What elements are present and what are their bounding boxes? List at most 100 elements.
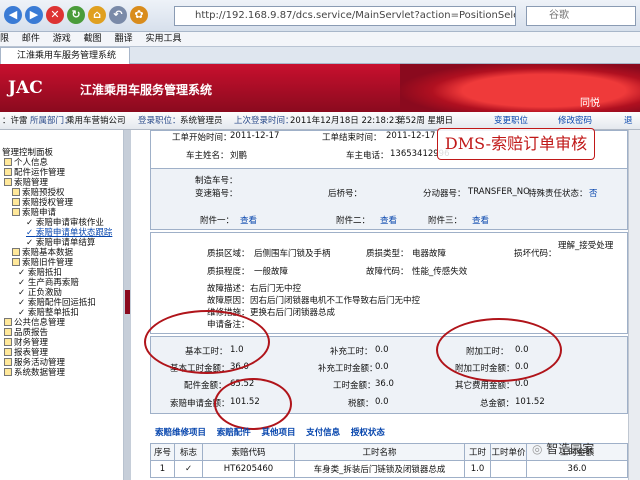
- menu-item[interactable]: 截图: [84, 34, 102, 44]
- tree-item[interactable]: 索赔旧件管理: [12, 258, 73, 268]
- type-label: 质损类型：: [366, 249, 409, 259]
- position-label: 登录职位：: [138, 116, 181, 126]
- user-name: ：许雷: [2, 116, 28, 126]
- tree-item[interactable]: 索赔申请: [12, 208, 56, 218]
- tree-item[interactable]: 品质报告: [4, 328, 48, 338]
- home-icon[interactable]: ⌂: [88, 6, 106, 24]
- menu-item[interactable]: 限: [0, 34, 9, 44]
- tree-item[interactable]: ✓ 正负激励: [18, 288, 62, 298]
- special-value: 否: [589, 189, 598, 199]
- owner-phone-label: 车主电话：: [346, 151, 389, 161]
- tree-item[interactable]: ✓ 索赔整单抵扣: [18, 308, 79, 318]
- last-login-label: 上次登录时间：: [234, 116, 294, 126]
- attachment1-label: 附件一：: [200, 216, 235, 226]
- tree-item[interactable]: 报表管理: [4, 348, 48, 358]
- fault-label: 故障代码：: [366, 267, 409, 277]
- cause-value: 因右后门闭锁器电机不工作导致右后门无中控: [250, 296, 421, 306]
- work-start-value: 2011-12-17: [230, 131, 280, 141]
- menu-item[interactable]: 翻译: [115, 34, 133, 44]
- tab-parts[interactable]: 索赔配件: [217, 428, 251, 438]
- trans-no-label: 变速箱号：: [195, 189, 238, 199]
- column-header: 工时: [464, 443, 491, 461]
- position-value: 系统管理员: [180, 116, 223, 126]
- logout-link[interactable]: 退: [624, 112, 633, 130]
- collapse-handle[interactable]: [125, 290, 130, 314]
- rear-axle-label: 后桥号：: [328, 189, 363, 199]
- tree-item[interactable]: 公共信息管理: [4, 318, 65, 328]
- menu-item[interactable]: 实用工具: [145, 34, 181, 44]
- tab-other-items[interactable]: 其他项目: [261, 428, 295, 438]
- column-header: 序号: [150, 443, 175, 461]
- highlight-circle: [214, 378, 292, 430]
- tab-auth-status[interactable]: 授权状态: [351, 428, 385, 438]
- menu-item[interactable]: 邮件: [22, 34, 40, 44]
- address-input[interactable]: http://192.168.9.87/dcs.service/MainServ…: [174, 6, 516, 26]
- refresh-icon[interactable]: ↻: [67, 6, 85, 24]
- highlight-circle: [436, 318, 562, 382]
- table-cell: 车身类_拆装后门链锁及闭锁器总成: [294, 460, 465, 478]
- tree-item[interactable]: 索赔基本数据: [12, 248, 73, 258]
- highlight-circle: [144, 310, 270, 374]
- stop-icon[interactable]: ✕: [46, 6, 64, 24]
- table-cell: 1: [150, 460, 175, 478]
- attachment2-view-link[interactable]: 查看: [380, 214, 397, 226]
- vertical-scrollbar[interactable]: [628, 130, 640, 480]
- forward-icon[interactable]: ▶: [25, 6, 43, 24]
- table-cell: HT6205460: [202, 460, 295, 478]
- paw-icon[interactable]: ✿: [130, 6, 148, 24]
- tab-title: 江淮乘用车服务管理系统: [17, 51, 117, 61]
- tree-item[interactable]: 索赔管理: [4, 178, 48, 188]
- tree-root[interactable]: 管理控制面板: [2, 148, 53, 158]
- tree-item[interactable]: 索赔授权管理: [12, 198, 73, 208]
- table-cell[interactable]: ✓: [174, 460, 203, 478]
- menu-item[interactable]: 游戏: [53, 34, 71, 44]
- tree-item[interactable]: ✓ 索赔申请审核作业: [26, 218, 104, 228]
- tab-payment[interactable]: 支付信息: [306, 428, 340, 438]
- labor-amt-label: 工时金额：: [333, 381, 376, 391]
- sidebar-tree: 管理控制面板 个人信息 配件运作管理 索赔管理 索赔预授权 索赔授权管理 索赔申…: [0, 130, 124, 480]
- undo-icon[interactable]: ↶: [109, 6, 127, 24]
- column-header: 工时单价: [490, 443, 527, 461]
- attachment3-label: 附件三：: [428, 216, 463, 226]
- back-icon[interactable]: ◀: [4, 6, 22, 24]
- owner-label: 车主姓名：: [186, 151, 229, 161]
- tree-item[interactable]: 个人信息: [4, 158, 48, 168]
- extra-hours-value: 0.0: [375, 345, 389, 355]
- tree-item[interactable]: 索赔预授权: [12, 188, 65, 198]
- watermark: ◎ 智造园家: [532, 442, 595, 456]
- area-value: 后侧围车门锁及手柄: [254, 249, 331, 259]
- system-title: 江淮乘用车服务管理系统: [80, 83, 213, 97]
- extra-hours-label: 补充工时：: [330, 347, 373, 357]
- car-image: 同悦: [400, 64, 640, 112]
- extra-amt-value: 0.0: [375, 362, 389, 372]
- total-value: 101.52: [515, 397, 545, 407]
- area-label: 质损区域：: [207, 249, 250, 259]
- tree-item[interactable]: ✓ 索赔申请单结算: [26, 238, 95, 248]
- tab-repair-items[interactable]: 索赔维修项目: [155, 428, 206, 438]
- table-cell: [490, 460, 527, 478]
- tree-item[interactable]: ✓ 索赔配件回运抵扣: [18, 298, 96, 308]
- jac-logo: JAC: [8, 78, 43, 98]
- cause-label: 故障原因：: [207, 296, 250, 306]
- tree-item[interactable]: 服务活动管理: [4, 358, 65, 368]
- dept-value: 乘用车营销公司: [66, 116, 126, 126]
- attachment1-view-link[interactable]: 查看: [240, 214, 257, 226]
- dist-no-label: 分动器号：: [423, 189, 466, 199]
- browser-tab[interactable]: 江淮乘用车服务管理系统: [0, 47, 130, 64]
- attachment3-view-link[interactable]: 查看: [472, 214, 489, 226]
- tree-item[interactable]: ✓ 索赔抵扣: [18, 268, 62, 278]
- tree-item[interactable]: 财务管理: [4, 338, 48, 348]
- column-header: 标志: [174, 443, 203, 461]
- desc-label: 故障描述：: [207, 284, 250, 294]
- tree-item[interactable]: ✓ 生产商再索赔: [18, 278, 79, 288]
- search-input[interactable]: 谷歌: [526, 6, 636, 26]
- work-start-label: 工单开始时间：: [172, 133, 232, 143]
- tax-label: 税额：: [348, 399, 374, 409]
- code-value: 理解_接受处理: [558, 241, 614, 251]
- tree-item[interactable]: 系统数据管理: [4, 368, 65, 378]
- tree-item[interactable]: 配件运作管理: [4, 168, 65, 178]
- extra-amt-label: 补充工时金额：: [318, 364, 378, 374]
- tree-item-active[interactable]: ✓ 索赔申请单状态跟踪: [26, 228, 112, 238]
- special-label: 特殊责任状态：: [528, 189, 588, 199]
- type-value: 电器故障: [412, 249, 447, 259]
